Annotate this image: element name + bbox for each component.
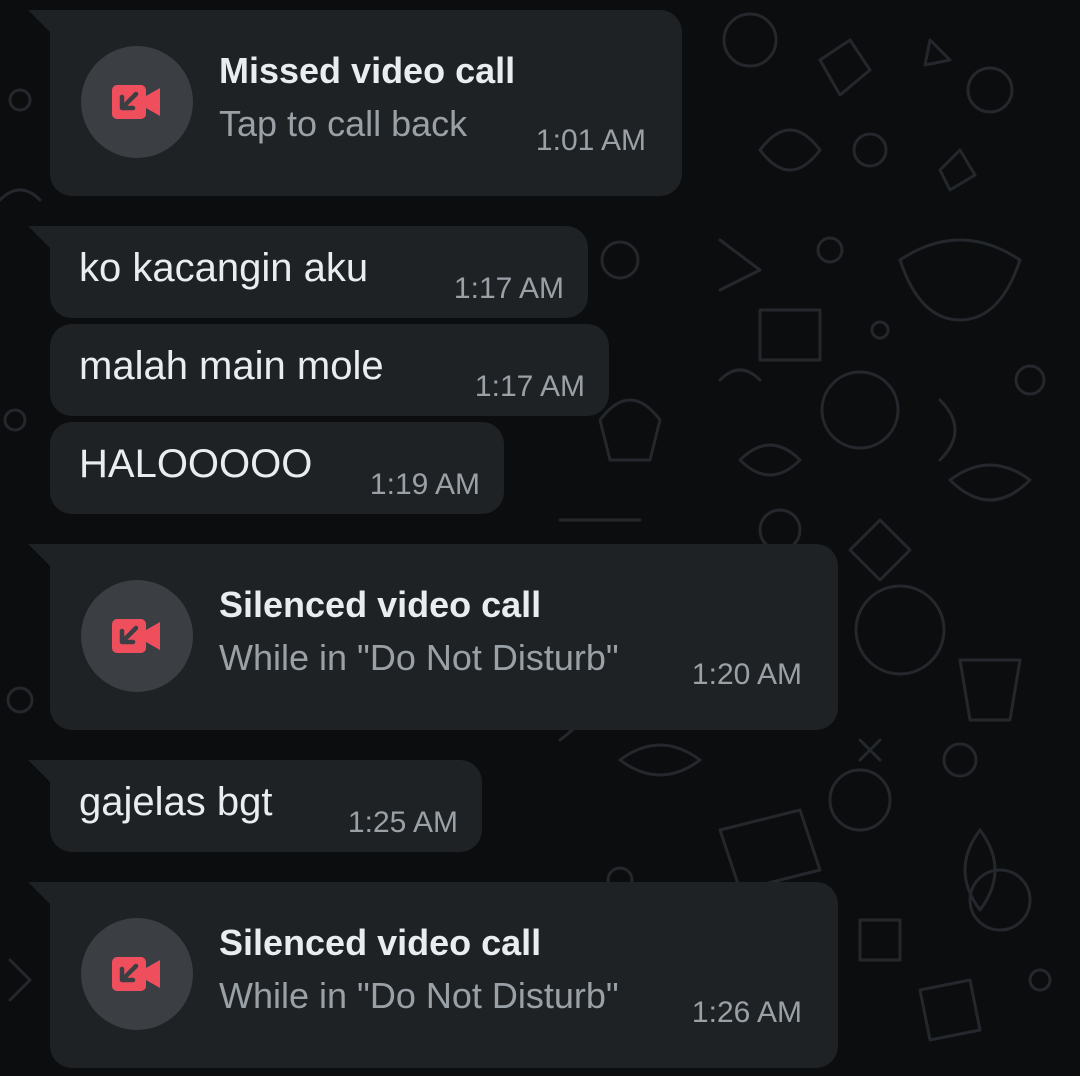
bubble-tail bbox=[28, 226, 52, 250]
missed-video-call-icon bbox=[112, 957, 160, 991]
message-text: gajelas bgt bbox=[79, 780, 273, 824]
missed-video-call-icon bbox=[112, 619, 160, 653]
message-text: ko kacangin aku bbox=[79, 246, 369, 290]
message-timestamp: 1:17 AM bbox=[474, 370, 585, 403]
call-subtitle: Tap to call back bbox=[219, 103, 468, 144]
message-timestamp: 1:26 AM bbox=[691, 996, 802, 1029]
message-text: malah main mole bbox=[79, 344, 384, 388]
message-bubble[interactable]: ko kacangin aku 1:17 AM bbox=[28, 226, 588, 318]
call-icon-container[interactable] bbox=[81, 580, 193, 692]
bubble-tail bbox=[28, 544, 52, 568]
message-bubble[interactable]: malah main mole 1:17 AM bbox=[50, 324, 609, 416]
bubble-tail bbox=[28, 10, 52, 34]
call-subtitle: While in "Do Not Disturb" bbox=[219, 975, 619, 1016]
call-icon-container[interactable] bbox=[81, 918, 193, 1030]
call-log-bubble[interactable]: Missed video call Tap to call back 1:01 … bbox=[28, 10, 682, 196]
message-timestamp: 1:01 AM bbox=[535, 124, 646, 157]
call-title: Silenced video call bbox=[219, 584, 542, 625]
bubble-tail bbox=[28, 882, 52, 906]
chat-message-list[interactable]: Missed video call Tap to call back 1:01 … bbox=[0, 0, 1080, 1076]
message-bubble[interactable]: HALOOOOO 1:19 AM bbox=[50, 422, 504, 514]
call-icon-container[interactable] bbox=[81, 46, 193, 158]
missed-video-call-icon bbox=[112, 85, 160, 119]
bubble-tail bbox=[28, 760, 52, 784]
call-log-bubble[interactable]: Silenced video call While in "Do Not Dis… bbox=[28, 882, 838, 1068]
message-timestamp: 1:25 AM bbox=[347, 806, 458, 839]
message-text: HALOOOOO bbox=[79, 442, 313, 486]
call-title: Silenced video call bbox=[219, 922, 542, 963]
message-timestamp: 1:17 AM bbox=[453, 272, 564, 305]
message-bubble[interactable]: gajelas bgt 1:25 AM bbox=[28, 760, 482, 852]
call-log-bubble[interactable]: Silenced video call While in "Do Not Dis… bbox=[28, 544, 838, 730]
message-timestamp: 1:19 AM bbox=[369, 468, 480, 501]
call-title: Missed video call bbox=[219, 50, 516, 91]
message-timestamp: 1:20 AM bbox=[691, 658, 802, 691]
call-subtitle: While in "Do Not Disturb" bbox=[219, 637, 619, 678]
